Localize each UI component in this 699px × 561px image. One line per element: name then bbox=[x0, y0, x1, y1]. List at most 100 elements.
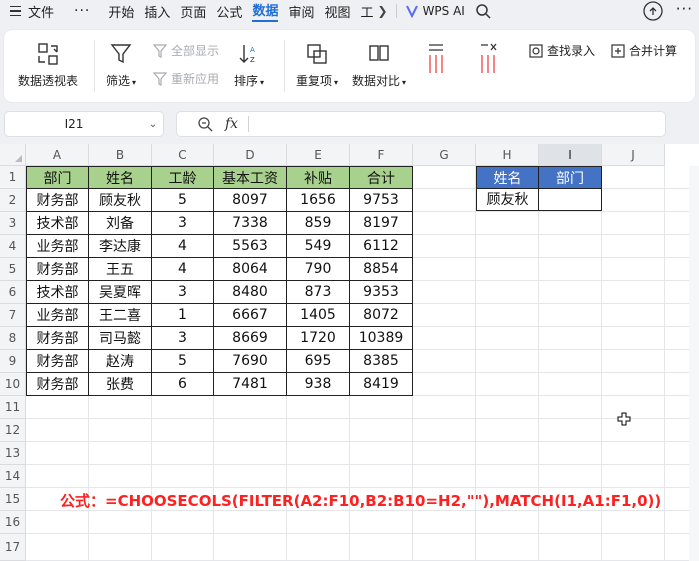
cloud-upload-icon[interactable] bbox=[643, 1, 663, 21]
tab-data[interactable]: 数据 bbox=[252, 0, 279, 22]
fx-icon[interactable]: fx bbox=[225, 116, 238, 132]
column-header-H[interactable]: H bbox=[476, 144, 539, 166]
row-header-6[interactable]: 6 bbox=[0, 281, 26, 304]
table-cell[interactable]: 8072 bbox=[350, 304, 413, 327]
row-header-2[interactable]: 2 bbox=[0, 189, 26, 212]
table-cell[interactable]: 刘备 bbox=[89, 212, 152, 235]
column-header-C[interactable]: C bbox=[152, 144, 214, 166]
table-cell[interactable]: 吴夏晖 bbox=[89, 281, 152, 304]
table-cell[interactable]: 6 bbox=[152, 373, 214, 396]
table-cell[interactable]: 549 bbox=[287, 235, 350, 258]
table-cell[interactable]: 8854 bbox=[350, 258, 413, 281]
row-header-17[interactable]: 17 bbox=[0, 534, 26, 561]
table-cell[interactable]: 6112 bbox=[350, 235, 413, 258]
row-header-13[interactable]: 13 bbox=[0, 442, 26, 465]
table-cell[interactable]: 3 bbox=[152, 212, 214, 235]
table-cell[interactable]: 9353 bbox=[350, 281, 413, 304]
row-header-10[interactable]: 10 bbox=[0, 373, 26, 396]
tab-formula[interactable]: 公式 bbox=[216, 2, 242, 21]
table-cell[interactable]: 司马懿 bbox=[89, 327, 152, 350]
chevron-down-icon[interactable]: ⌄ bbox=[143, 119, 163, 130]
table-cell[interactable]: 财务部 bbox=[26, 258, 89, 281]
column-header-F[interactable]: F bbox=[350, 144, 413, 166]
table-cell[interactable]: 技术部 bbox=[26, 212, 89, 235]
table-cell[interactable]: 3 bbox=[152, 281, 214, 304]
table-cell[interactable]: 9753 bbox=[350, 189, 413, 212]
column-header-A[interactable]: A bbox=[26, 144, 89, 166]
cell-I2[interactable] bbox=[538, 188, 602, 211]
table-cell[interactable]: 顾友秋 bbox=[89, 189, 152, 212]
table-cell[interactable]: 业务部 bbox=[26, 304, 89, 327]
tab-page[interactable]: 页面 bbox=[180, 2, 206, 21]
table-cell[interactable]: 8385 bbox=[350, 350, 413, 373]
column-header-G[interactable]: G bbox=[413, 144, 476, 166]
chevron-right-icon[interactable]: ❯ bbox=[378, 4, 388, 18]
row-header-9[interactable]: 9 bbox=[0, 350, 26, 373]
lookup-entry-button[interactable]: 查找录入 bbox=[528, 42, 595, 59]
table-cell[interactable]: 5 bbox=[152, 350, 214, 373]
row-header-5[interactable]: 5 bbox=[0, 258, 26, 281]
row-header-8[interactable]: 8 bbox=[0, 327, 26, 350]
row-header-14[interactable]: 14 bbox=[0, 465, 26, 488]
compare-button[interactable]: 数据对比 ▾ bbox=[352, 42, 406, 89]
name-box[interactable]: I21 ⌄ bbox=[4, 111, 164, 137]
table-cell[interactable]: 3 bbox=[152, 327, 214, 350]
row-header-15[interactable]: 15 bbox=[0, 488, 26, 511]
row-header-3[interactable]: 3 bbox=[0, 212, 26, 235]
table-cell[interactable]: 4 bbox=[152, 235, 214, 258]
cell-H1[interactable]: 姓名 bbox=[476, 166, 539, 189]
table-cell[interactable]: 李达康 bbox=[89, 235, 152, 258]
select-all-corner[interactable] bbox=[0, 144, 26, 166]
table-header-cell[interactable]: 补贴 bbox=[287, 166, 350, 189]
split-column-button[interactable] bbox=[424, 42, 448, 82]
validity-button[interactable] bbox=[476, 42, 500, 82]
filter-button[interactable]: 筛选 ▾ bbox=[106, 42, 136, 89]
column-header-E[interactable]: E bbox=[287, 144, 350, 166]
tab-view[interactable]: 视图 bbox=[324, 2, 350, 21]
table-cell[interactable]: 859 bbox=[287, 212, 350, 235]
table-cell[interactable]: 8419 bbox=[350, 373, 413, 396]
table-cell[interactable]: 业务部 bbox=[26, 235, 89, 258]
table-cell[interactable]: 财务部 bbox=[26, 373, 89, 396]
tab-insert[interactable]: 插入 bbox=[144, 2, 170, 21]
table-cell[interactable]: 5563 bbox=[214, 235, 287, 258]
table-cell[interactable]: 873 bbox=[287, 281, 350, 304]
table-cell[interactable]: 8669 bbox=[214, 327, 287, 350]
table-cell[interactable]: 4 bbox=[152, 258, 214, 281]
row-header-4[interactable]: 4 bbox=[0, 235, 26, 258]
cell-I1[interactable]: 部门 bbox=[538, 166, 602, 189]
table-header-cell[interactable]: 基本工资 bbox=[214, 166, 287, 189]
tab-tools[interactable]: 工 bbox=[360, 2, 373, 21]
table-cell[interactable]: 790 bbox=[287, 258, 350, 281]
table-cell[interactable]: 1656 bbox=[287, 189, 350, 212]
table-header-cell[interactable]: 部门 bbox=[26, 166, 89, 189]
table-cell[interactable]: 技术部 bbox=[26, 281, 89, 304]
table-cell[interactable]: 张费 bbox=[89, 373, 152, 396]
table-cell[interactable]: 财务部 bbox=[26, 327, 89, 350]
table-cell[interactable]: 8197 bbox=[350, 212, 413, 235]
formula-bar[interactable]: fx bbox=[176, 111, 666, 137]
merge-calc-button[interactable]: 合并计算 bbox=[610, 42, 677, 59]
wps-ai-button[interactable]: WPS AI bbox=[405, 4, 465, 18]
cell-H2[interactable]: 顾友秋 bbox=[476, 188, 539, 211]
table-cell[interactable]: 1405 bbox=[287, 304, 350, 327]
duplicate-button[interactable]: 重复项 ▾ bbox=[296, 42, 338, 89]
hamburger-icon[interactable] bbox=[4, 0, 26, 22]
table-cell[interactable]: 财务部 bbox=[26, 189, 89, 212]
table-header-cell[interactable]: 合计 bbox=[350, 166, 413, 189]
search-icon[interactable] bbox=[475, 3, 491, 19]
table-cell[interactable]: 7481 bbox=[214, 373, 287, 396]
column-header-J[interactable]: J bbox=[602, 144, 665, 166]
reapply-button[interactable]: 重新应用 bbox=[152, 70, 219, 87]
spreadsheet-grid[interactable]: ABCDEFGHIJ 1 2 3 4 5 6 7 8 9 10 11 12 13 14 15 16 17 部门姓… bbox=[0, 144, 699, 561]
tab-review[interactable]: 审阅 bbox=[288, 2, 314, 21]
table-header-cell[interactable]: 姓名 bbox=[89, 166, 152, 189]
sort-button[interactable]: AZ 排序 ▾ bbox=[234, 42, 264, 89]
table-cell[interactable]: 财务部 bbox=[26, 350, 89, 373]
table-cell[interactable]: 8064 bbox=[214, 258, 287, 281]
table-cell[interactable]: 8480 bbox=[214, 281, 287, 304]
table-header-cell[interactable]: 工龄 bbox=[152, 166, 214, 189]
more-icon[interactable]: ··· bbox=[74, 3, 90, 19]
table-cell[interactable]: 1 bbox=[152, 304, 214, 327]
row-header-12[interactable]: 12 bbox=[0, 419, 26, 442]
